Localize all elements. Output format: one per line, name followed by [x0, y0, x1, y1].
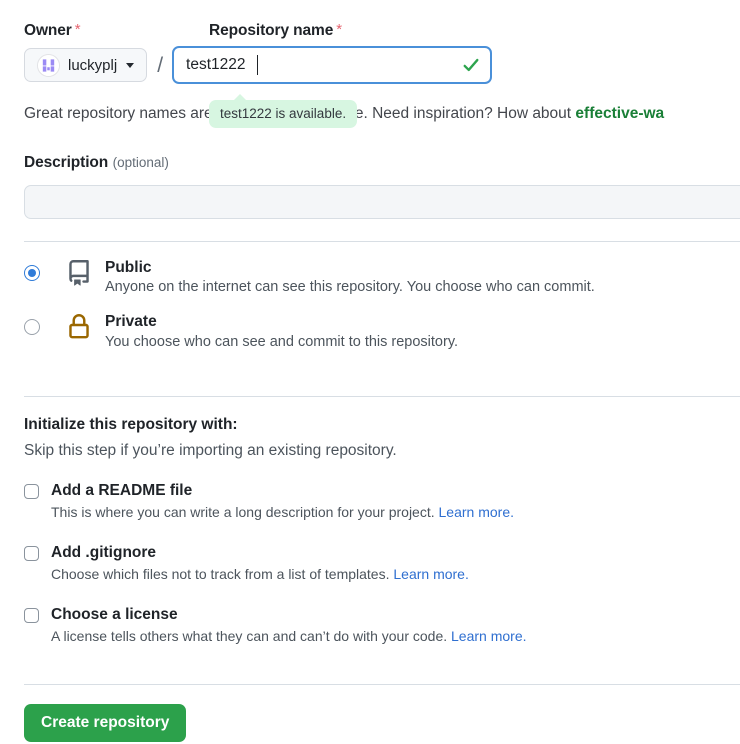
- owner-name-text: luckyplj: [68, 56, 118, 74]
- owner-and-name-inputs: luckyplj /: [24, 46, 740, 84]
- create-repository-form: Owner * Repository name * luckyplj / tes…: [0, 0, 740, 744]
- description-optional-note: (optional): [112, 155, 169, 170]
- license-learn-more-link[interactable]: Learn more.: [451, 628, 526, 644]
- hint-text-after: rable. Need inspiration? How about: [328, 105, 576, 122]
- checkbox-readme[interactable]: [24, 483, 39, 499]
- owner-label-group: Owner *: [24, 22, 209, 40]
- divider-above-initialize: [24, 396, 740, 397]
- visibility-private-text: Private You choose who can see and commi…: [105, 312, 458, 349]
- gitignore-learn-more-link[interactable]: Learn more.: [393, 566, 468, 582]
- visibility-public-description: Anyone on the internet can see this repo…: [105, 279, 595, 296]
- readme-label: Add a README file: [51, 482, 193, 499]
- identicon-avatar: [37, 53, 60, 77]
- repository-name-input[interactable]: [172, 46, 493, 84]
- description-input[interactable]: [24, 185, 740, 219]
- gitignore-description: Choose which files not to track from a l…: [51, 566, 724, 582]
- checkbox-gitignore[interactable]: [24, 545, 39, 561]
- name-availability-tooltip: test1222 is available.: [209, 94, 358, 128]
- visibility-public-title: Public: [105, 259, 152, 276]
- gitignore-label: Add .gitignore: [51, 544, 157, 561]
- visibility-private-title: Private: [105, 313, 157, 331]
- visibility-option-private[interactable]: Private You choose who can see and commi…: [24, 312, 724, 350]
- hint-text-before: Great repository names: [24, 105, 191, 122]
- path-separator: /: [157, 53, 164, 77]
- initialize-option-gitignore: Add .gitignore Choose which files not to…: [24, 544, 724, 582]
- description-label-group: Description (optional): [24, 154, 169, 172]
- repository-name-label: Repository name: [209, 22, 334, 39]
- check-icon: [463, 58, 479, 72]
- radio-public[interactable]: [24, 265, 40, 281]
- visibility-options: Public Anyone on the internet can see th…: [24, 258, 724, 367]
- license-description: A license tells others what they can and…: [51, 628, 724, 644]
- readme-checkbox-row[interactable]: Add a README file: [24, 482, 724, 500]
- visibility-option-public[interactable]: Public Anyone on the internet can see th…: [24, 258, 724, 295]
- chevron-down-icon: [126, 62, 135, 68]
- license-description-text: A license tells others what they can and…: [51, 628, 448, 644]
- name-suggestion-link[interactable]: effective-wa: [575, 105, 664, 122]
- description-label: Description: [24, 154, 109, 171]
- initialize-options: Add a README file This is where you can …: [24, 482, 724, 644]
- gitignore-checkbox-row[interactable]: Add .gitignore: [24, 544, 724, 562]
- checkbox-license[interactable]: [24, 607, 39, 623]
- divider-above-visibility: [24, 241, 740, 242]
- readme-learn-more-link[interactable]: Learn more.: [439, 504, 514, 520]
- readme-description: This is where you can write a long descr…: [51, 504, 724, 520]
- initialize-subtitle: Skip this step if you’re importing an ex…: [24, 442, 397, 459]
- divider-above-submit: [24, 684, 740, 685]
- field-labels: Owner * Repository name *: [24, 18, 740, 40]
- initialize-title: Initialize this repository with:: [24, 416, 238, 433]
- text-cursor: [257, 55, 259, 75]
- gitignore-description-text: Choose which files not to track from a l…: [51, 566, 390, 582]
- initialize-option-license: Choose a license A license tells others …: [24, 606, 724, 644]
- repo-icon: [66, 260, 92, 291]
- owner-select-button[interactable]: luckyplj: [24, 48, 148, 82]
- license-checkbox-row[interactable]: Choose a license: [24, 606, 724, 624]
- readme-description-text: This is where you can write a long descr…: [51, 504, 435, 520]
- radio-private[interactable]: [24, 319, 40, 336]
- lock-icon: [66, 314, 92, 345]
- create-repository-button[interactable]: Create repository: [24, 704, 187, 742]
- visibility-private-description: You choose who can see and commit to thi…: [105, 333, 459, 350]
- submit-area: Create repository: [24, 704, 187, 742]
- initialize-option-readme: Add a README file This is where you can …: [24, 482, 724, 520]
- initialize-section: Initialize this repository with: Skip th…: [24, 416, 724, 668]
- license-label: Choose a license: [51, 606, 178, 623]
- owner-label: Owner: [24, 22, 72, 39]
- repository-name-required-asterisk: *: [336, 21, 343, 38]
- repository-name-field-wrap: [172, 46, 493, 84]
- visibility-public-text: Public Anyone on the internet can see th…: [105, 258, 595, 295]
- owner-and-name-row: Owner * Repository name * luckyplj /: [24, 18, 740, 84]
- repository-name-label-group: Repository name *: [209, 22, 342, 40]
- owner-required-asterisk: *: [74, 21, 81, 38]
